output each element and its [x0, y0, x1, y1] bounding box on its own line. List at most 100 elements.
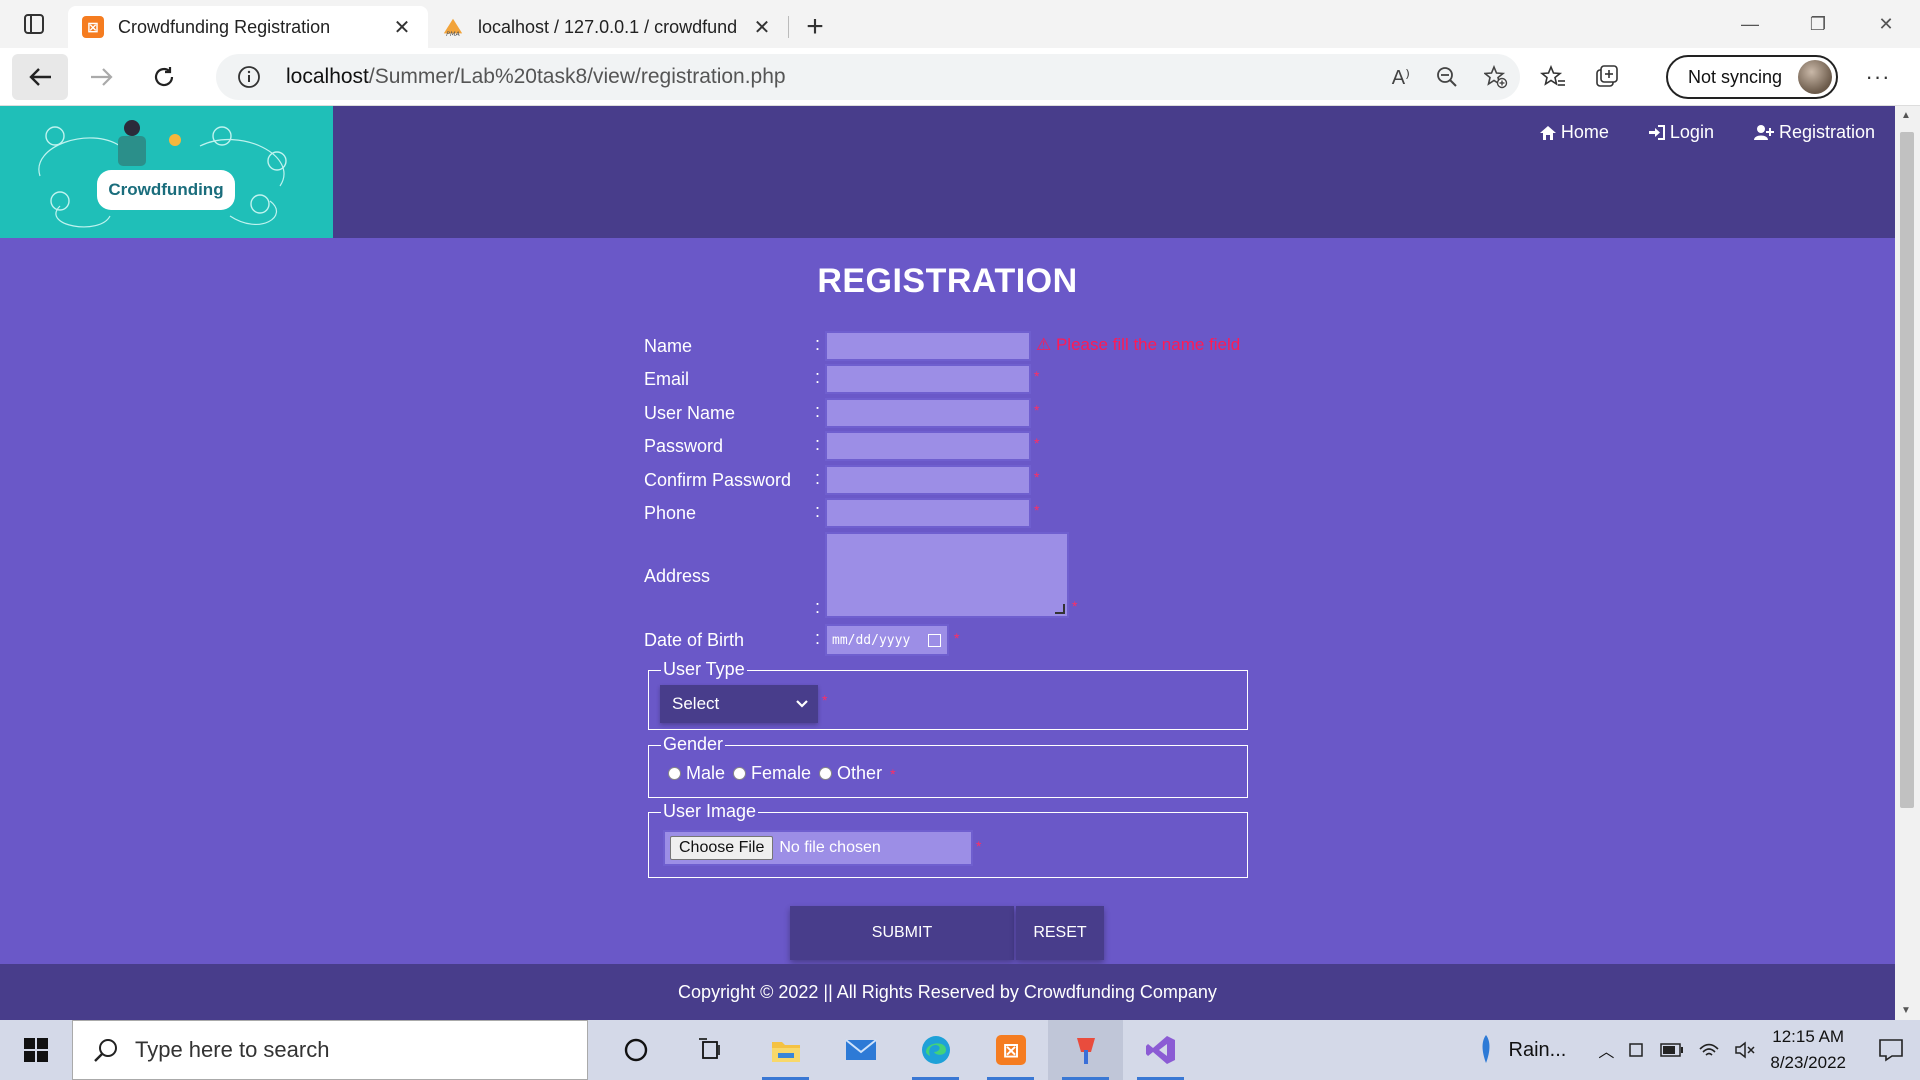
scrollbar-thumb[interactable] — [1900, 132, 1914, 808]
dob-label: Date of Birth — [644, 630, 745, 650]
name-field[interactable] — [825, 331, 1031, 361]
phone-label: Phone — [644, 503, 697, 523]
calendar-icon[interactable] — [928, 634, 941, 647]
tab-phpmyadmin[interactable]: PMA localhost / 127.0.0.1 / crowdfund ✕ — [428, 6, 789, 48]
taskbar-clock[interactable]: 12:15 AM 8/23/2022 — [1770, 1024, 1846, 1076]
edge-icon — [921, 1036, 950, 1064]
phone-field[interactable] — [825, 498, 1031, 528]
close-tab-icon[interactable]: ✕ — [390, 15, 414, 40]
restore-icon[interactable]: ❐ — [1784, 0, 1852, 48]
toolbar-icons — [1540, 54, 1620, 100]
close-window-icon[interactable]: ✕ — [1852, 0, 1920, 48]
file-explorer-button[interactable] — [748, 1020, 823, 1080]
start-button[interactable] — [0, 1020, 72, 1080]
gender-female[interactable]: Female — [733, 763, 811, 784]
gender-other[interactable]: Other — [819, 763, 882, 784]
resize-handle-icon[interactable] — [1055, 604, 1065, 614]
weather-umbrella-icon[interactable] — [1477, 1033, 1495, 1067]
gender-legend: Gender — [661, 734, 726, 755]
colon: : — [815, 501, 821, 521]
xampp-button[interactable]: ⊠ — [973, 1020, 1048, 1080]
forward-button[interactable] — [74, 54, 130, 100]
mail-icon — [844, 1039, 877, 1060]
volume-muted-icon[interactable] — [1734, 1041, 1756, 1059]
nav-registration-label: Registration — [1778, 122, 1875, 142]
back-button[interactable] — [12, 53, 68, 100]
radio-button[interactable] — [668, 767, 681, 780]
weather-text[interactable]: Rain... — [1509, 1039, 1567, 1062]
edge-button[interactable] — [898, 1020, 973, 1080]
tab-crowdfunding[interactable]: ⊠ Crowdfunding Registration ✕ — [68, 6, 428, 48]
taskbar-search-box[interactable]: Type here to search — [72, 1020, 588, 1080]
radio-button[interactable] — [733, 767, 747, 780]
page-title: REGISTRATION — [817, 262, 1078, 300]
site-footer: Copyright © 2022 || All Rights Reserved … — [0, 964, 1895, 1020]
tray-chevron-up-icon[interactable]: ︿ — [1598, 1038, 1614, 1062]
nav-registration[interactable]: Registration — [1753, 122, 1875, 143]
close-tab-icon[interactable]: ✕ — [750, 15, 774, 40]
more-menu-button[interactable]: ··· — [1858, 55, 1898, 99]
add-favorite-icon[interactable] — [1484, 65, 1508, 89]
required-mark: * — [1072, 598, 1078, 614]
zoom-out-icon[interactable] — [1436, 66, 1458, 88]
logo-text: Crowdfunding — [97, 170, 235, 210]
battery-icon[interactable] — [1660, 1043, 1684, 1057]
nav-login-label: Login — [1669, 122, 1714, 142]
dob-date-input[interactable]: mm/dd/yyyy — [825, 624, 949, 656]
new-tab-button[interactable]: + — [788, 6, 842, 48]
email-field[interactable] — [825, 364, 1031, 394]
home-icon — [1539, 125, 1556, 140]
username-field[interactable] — [825, 398, 1031, 428]
gender-radio-group: Male Female Other * — [668, 763, 896, 784]
user-plus-icon — [1753, 125, 1774, 140]
scroll-up-icon[interactable]: ▲ — [1901, 110, 1911, 121]
svg-text:PMA: PMA — [446, 30, 460, 38]
tab-actions-button[interactable] — [0, 0, 68, 48]
windows-taskbar: Type here to search ⊠ Rain... ︿ 12:15 AM… — [0, 1020, 1920, 1080]
scroll-down-icon[interactable]: ▼ — [1901, 1005, 1911, 1016]
user-image-file-input[interactable]: Choose File No file chosen — [663, 830, 973, 866]
tab-title: localhost / 127.0.0.1 / crowdfund — [478, 16, 738, 37]
site-logo[interactable]: Crowdfunding — [0, 106, 333, 238]
collections-icon[interactable] — [1594, 64, 1620, 90]
wifi-icon[interactable] — [1698, 1041, 1720, 1059]
password-field[interactable] — [825, 431, 1031, 461]
git-app-button[interactable] — [1048, 1020, 1123, 1080]
required-mark: * — [1034, 402, 1040, 418]
required-mark: * — [890, 765, 896, 782]
mail-button[interactable] — [823, 1020, 898, 1080]
submit-button[interactable]: SUBMIT — [790, 906, 1014, 960]
file-status: No file chosen — [779, 839, 881, 856]
nav-login[interactable]: Login — [1648, 122, 1714, 143]
address-toolbar: localhost/Summer/Lab%20task8/view/regist… — [0, 48, 1920, 106]
gender-male[interactable]: Male — [668, 763, 725, 784]
meet-now-icon[interactable] — [1628, 1041, 1646, 1059]
task-view-button[interactable] — [673, 1020, 748, 1080]
nav-home[interactable]: Home — [1539, 122, 1609, 143]
user-type-select[interactable]: Select — [660, 685, 818, 723]
favorites-icon[interactable] — [1540, 65, 1566, 89]
notifications-icon[interactable] — [1878, 1038, 1904, 1062]
colon: : — [815, 434, 821, 454]
site-info-icon[interactable] — [234, 62, 264, 92]
avatar — [1798, 60, 1832, 94]
confirm-password-field[interactable] — [825, 465, 1031, 495]
choose-file-button[interactable]: Choose File — [670, 836, 774, 860]
address-textarea[interactable] — [825, 532, 1069, 618]
clock-time: 12:15 AM — [1772, 1027, 1845, 1046]
profile-sync-button[interactable]: Not syncing — [1666, 55, 1838, 99]
page-scrollbar[interactable]: ▲ ▼ — [1895, 106, 1920, 1020]
site-header: Crowdfunding Home Login Registration — [0, 106, 1895, 238]
address-input[interactable]: localhost/Summer/Lab%20task8/view/regist… — [216, 54, 1520, 100]
read-aloud-icon[interactable]: A⁾ — [1392, 65, 1410, 90]
sync-label: Not syncing — [1688, 66, 1783, 87]
required-mark: * — [1034, 502, 1040, 518]
cortana-button[interactable] — [598, 1020, 673, 1080]
app-icon — [1076, 1038, 1095, 1064]
reset-button[interactable]: RESET — [1016, 906, 1104, 960]
tab-actions-icon — [24, 14, 44, 34]
visual-studio-button[interactable] — [1123, 1020, 1198, 1080]
refresh-button[interactable] — [136, 54, 192, 100]
minimize-icon[interactable]: — — [1716, 0, 1784, 48]
radio-button[interactable] — [819, 767, 833, 780]
